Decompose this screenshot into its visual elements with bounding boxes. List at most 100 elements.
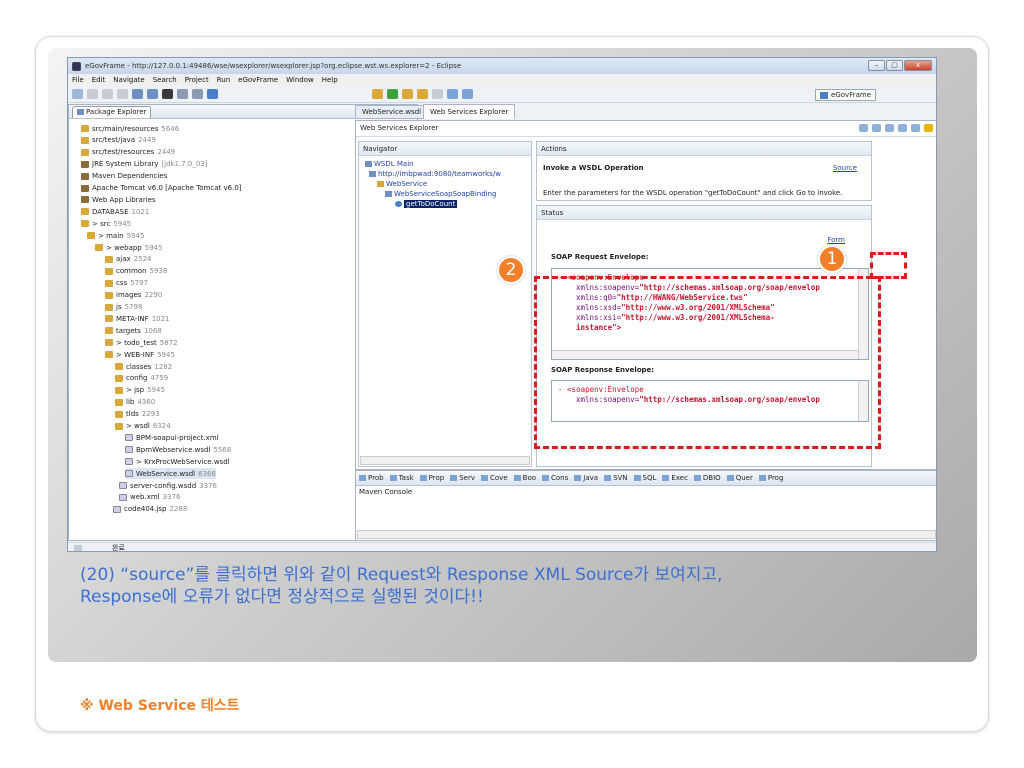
tree-item-count: 5798 (124, 303, 143, 311)
save-all-icon[interactable] (102, 89, 113, 99)
terminal-icon[interactable] (162, 89, 173, 99)
back-arrow-icon[interactable] (859, 124, 868, 132)
tree-item-count: 2524 (133, 255, 152, 264)
tree-item-count: 2293 (141, 410, 160, 419)
menu-help[interactable]: Help (322, 76, 338, 84)
tree-item[interactable]: targets 1068 (105, 325, 162, 336)
maximize-button[interactable]: ▢ (886, 60, 903, 71)
new-icon[interactable] (72, 89, 83, 99)
tree-item[interactable]: js 5798 (105, 302, 142, 313)
console-hscrollbar[interactable] (357, 530, 936, 539)
annotation-icon[interactable] (432, 89, 443, 99)
nav-binding[interactable]: WebServiceSoapSoapBinding (385, 190, 497, 198)
tab-package-explorer[interactable]: Package Explorer (72, 105, 152, 118)
tree-item[interactable]: META-INF 1021 (105, 313, 170, 324)
console-tab[interactable]: Prog (758, 474, 784, 482)
menu-project[interactable]: Project (185, 76, 209, 84)
tree-item[interactable]: Maven Dependencies (81, 171, 170, 182)
tree-item[interactable]: > webapp 5945 (95, 242, 163, 253)
search-icon[interactable] (207, 89, 218, 99)
close-view-icon[interactable] (192, 89, 203, 99)
console-tab-label: Prog (767, 474, 784, 482)
tree-item[interactable]: server-config.wsdd 3376 (119, 480, 217, 491)
tab-web-services-explorer[interactable]: Web Services Explorer (423, 104, 516, 119)
tree-item[interactable]: > WEB-INF 5945 (105, 349, 175, 360)
tree-item[interactable]: > KrxProcWebService.wsdl (125, 456, 233, 467)
tree-item[interactable]: classes 1282 (115, 361, 172, 372)
perspective-egovframe[interactable]: eGovFrame (815, 89, 876, 101)
minimize-button[interactable]: – (868, 60, 885, 71)
tree-item[interactable]: WebService.wsdl 6366 (125, 468, 216, 480)
tree-item[interactable]: tlds 2293 (115, 409, 160, 420)
tree-item[interactable]: > wsdl 6324 (115, 421, 171, 432)
wsil-icon[interactable] (898, 124, 907, 132)
nav-webservice[interactable]: WebService (377, 180, 427, 188)
debug-icon[interactable] (372, 89, 383, 99)
console-tab[interactable]: Task (389, 474, 414, 482)
tree-item[interactable]: config 4759 (115, 373, 168, 384)
menu-file[interactable]: File (72, 76, 84, 84)
form-link[interactable]: Form (827, 236, 845, 244)
console-tab[interactable]: SQL (633, 474, 656, 482)
tree-item[interactable]: > todo_test 5872 (105, 337, 178, 348)
console-tab[interactable]: SVN (604, 474, 628, 482)
tree-item[interactable]: > src 5945 (81, 218, 131, 229)
tree-item[interactable]: BPM-soapui-project.xml (125, 432, 222, 443)
menu-navigate[interactable]: Navigate (113, 76, 144, 84)
tree-item[interactable]: Apache Tomcat v6.0 [Apache Tomcat v6.0] (81, 183, 245, 194)
tree-item[interactable]: css 5797 (105, 278, 148, 289)
nav-wsdl-url[interactable]: http://imbpwad:9080/teamworks/w (369, 170, 501, 178)
tab-webservice-wsdl[interactable]: WebService.wsdl (355, 105, 429, 119)
package-icon[interactable] (147, 89, 158, 99)
menu-edit[interactable]: Edit (92, 76, 106, 84)
open-type-icon[interactable] (402, 89, 413, 99)
console-tab[interactable]: Prob (359, 474, 384, 482)
tree-item[interactable]: > jsp 5945 (115, 385, 165, 396)
tree-item[interactable]: lib 4360 (115, 397, 155, 408)
navigator-hscrollbar[interactable] (360, 456, 530, 465)
forward-arrow-icon[interactable] (872, 124, 881, 132)
tree-item[interactable]: images 2290 (105, 290, 162, 301)
tree-item[interactable]: src/main/resources 5646 (81, 123, 179, 134)
console-tab[interactable]: Boo (513, 474, 536, 482)
wsdl-icon[interactable] (911, 124, 920, 132)
print-icon[interactable] (117, 89, 128, 99)
project-icon[interactable] (132, 89, 143, 99)
editor-icon[interactable] (177, 89, 188, 99)
tree-item[interactable]: ajax 2524 (105, 254, 152, 265)
console-tab[interactable]: Java (574, 474, 598, 482)
tree-item[interactable]: > main 5945 (87, 230, 144, 241)
tree-item[interactable]: src/test/java 2449 (81, 135, 156, 146)
menu-egovframe[interactable]: eGovFrame (238, 76, 278, 84)
nav-gettodocount[interactable]: getToDoCount (395, 200, 458, 208)
uddi-icon[interactable] (885, 124, 894, 132)
tree-item[interactable]: Web App Libraries (81, 194, 159, 205)
tree-item[interactable]: src/test/resources 2449 (81, 147, 175, 158)
console-tab[interactable]: Cove (481, 474, 508, 482)
console-tab[interactable]: Quer (726, 474, 753, 482)
console-tab[interactable]: Serv (450, 474, 475, 482)
tree-item[interactable]: code404.jsp 2288 (113, 504, 187, 515)
tree-item[interactable]: common 5938 (105, 266, 167, 277)
save-icon[interactable] (87, 89, 98, 99)
close-button[interactable]: x (904, 60, 932, 71)
console-tab[interactable]: Exec (662, 474, 688, 482)
tree-item[interactable]: BpmWebservice.wsdl 5568 (125, 444, 231, 455)
tree-item[interactable]: DATABASE 1021 (81, 206, 149, 217)
console-tab[interactable]: Cons (542, 474, 568, 482)
tree-item[interactable]: web.xml 3376 (119, 492, 180, 503)
menu-search[interactable]: Search (153, 76, 177, 84)
console-tab[interactable]: Prop (419, 474, 444, 482)
soap-request-heading: SOAP Request Envelope: (551, 253, 649, 261)
source-link[interactable]: Source (833, 164, 857, 172)
menu-window[interactable]: Window (286, 76, 314, 84)
menu-run[interactable]: Run (217, 76, 230, 84)
back-icon[interactable] (447, 89, 458, 99)
tree-item[interactable]: JRE System Library [jdk1.7.0_03] (81, 159, 208, 170)
run-icon[interactable] (387, 89, 398, 99)
nav-wsdl-main[interactable]: WSDL Main (365, 160, 414, 168)
console-tab[interactable]: DBIO (693, 474, 721, 482)
open-resource-icon[interactable] (417, 89, 428, 99)
favorites-icon[interactable] (924, 124, 933, 132)
forward-icon[interactable] (462, 89, 473, 99)
